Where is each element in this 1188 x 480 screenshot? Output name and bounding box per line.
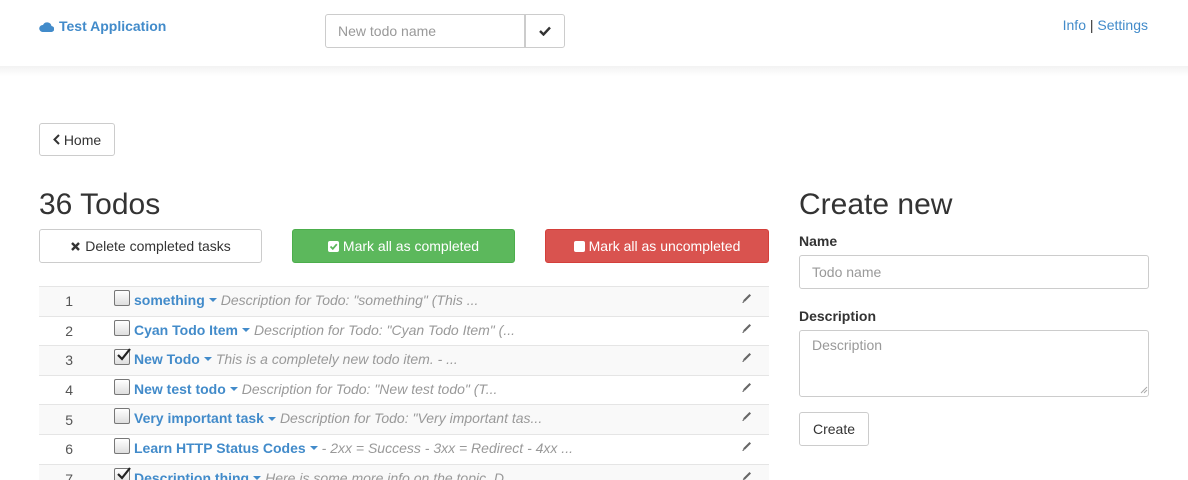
todo-number: 7: [65, 470, 73, 480]
todo-text: Very important task Description for Todo:…: [134, 410, 542, 426]
todo-row: 7 Description thing Here is some more info…: [39, 463, 769, 480]
todo-number: 5: [65, 411, 73, 428]
todo-name-link[interactable]: New Todo: [134, 351, 200, 367]
todo-text: something Description for Todo: "somethin…: [134, 292, 478, 308]
todo-description: - 2xx = Success - 3xx = Redirect - 4xx .…: [321, 439, 573, 456]
todo-name-link[interactable]: Very important task: [134, 410, 264, 426]
create-button[interactable]: Create: [799, 412, 869, 446]
brand-link[interactable]: Test Application: [39, 17, 166, 35]
todo-row: 6 Learn HTTP Status Codes - 2xx = Success …: [39, 433, 769, 464]
todo-row: 2 Cyan Todo Item Description for Todo: "Cy…: [39, 315, 769, 346]
create-button-label: Create: [812, 421, 856, 437]
stop-icon: [573, 240, 585, 252]
todo-number: 6: [65, 441, 73, 458]
todo-name-link[interactable]: New test todo: [134, 381, 226, 397]
name-label: Name: [799, 233, 838, 249]
todo-checkbox[interactable]: [114, 466, 131, 480]
caret-down-icon[interactable]: [309, 446, 318, 451]
pencil-icon[interactable]: [741, 410, 753, 422]
todo-description: Description for Todo: "New test todo" (T…: [241, 380, 498, 397]
create-title: Create new: [799, 188, 953, 221]
todo-name-link[interactable]: Cyan Todo Item: [134, 322, 238, 338]
checkmark-icon: [117, 348, 131, 361]
pencil-icon[interactable]: [741, 381, 753, 393]
todo-row: 3 New Todo This is a completely new todo i…: [39, 345, 769, 375]
todo-checkbox[interactable]: [114, 378, 130, 395]
caret-down-icon[interactable]: [229, 387, 238, 392]
todo-number: 3: [65, 352, 73, 369]
todo-name-link[interactable]: Learn HTTP Status Codes: [134, 440, 306, 456]
home-button-label: Home: [63, 131, 102, 148]
cloud-icon: [39, 21, 54, 32]
new-todo-input[interactable]: [325, 14, 525, 48]
todo-text: Learn HTTP Status Codes - 2xx = Success -…: [134, 440, 573, 456]
todo-name-link[interactable]: something: [134, 292, 205, 308]
remove-icon: [71, 241, 81, 251]
check-icon: [539, 26, 551, 36]
todo-description: Here is some more info on the topic. D..…: [265, 469, 516, 480]
caret-down-icon[interactable]: [253, 475, 262, 480]
todo-description: Description for Todo: "Cyan Todo Item" (…: [253, 321, 515, 338]
resize-handle-icon[interactable]: [1138, 384, 1148, 394]
mark-all-completed-button[interactable]: Mark all as completed: [292, 229, 515, 263]
todo-checkbox[interactable]: [114, 437, 130, 454]
pencil-icon[interactable]: [741, 322, 753, 334]
todo-row: 1 something Description for Todo: "somethi…: [39, 286, 769, 316]
todo-name-input[interactable]: [799, 255, 1149, 289]
pencil-icon[interactable]: [741, 440, 753, 452]
caret-down-icon[interactable]: [203, 357, 212, 362]
mark-all-uncompleted-label: Mark all as uncompleted: [588, 238, 741, 254]
navbar-shadow: [0, 66, 1188, 76]
nav-links: Info | Settings: [1063, 17, 1148, 33]
todo-number: 2: [65, 322, 73, 339]
add-todo-button[interactable]: [525, 14, 565, 48]
todo-checkbox[interactable]: [114, 408, 130, 425]
caret-down-icon[interactable]: [267, 416, 276, 421]
todo-checkbox[interactable]: [114, 319, 130, 336]
todo-number: 1: [65, 293, 73, 310]
mark-all-completed-label: Mark all as completed: [342, 238, 480, 254]
description-textarea[interactable]: [799, 330, 1149, 397]
todo-name-link[interactable]: Description thing: [134, 470, 249, 480]
delete-completed-label: Delete completed tasks: [85, 238, 231, 254]
caret-down-icon[interactable]: [208, 298, 217, 303]
todo-table: 1 something Description for Todo: "somethi…: [39, 286, 769, 480]
description-label: Description: [799, 308, 877, 324]
todo-row: 5 Very important task Description for Todo…: [39, 404, 769, 434]
todo-text: Cyan Todo Item Description for Todo: "Cya…: [134, 322, 515, 338]
todo-text: New test todo Description for Todo: "New …: [134, 381, 497, 397]
todos-title: 36 Todos: [39, 188, 161, 221]
todo-description: Description for Todo: "something" (This …: [220, 292, 479, 308]
caret-down-icon[interactable]: [241, 327, 250, 332]
settings-link[interactable]: Settings: [1097, 17, 1148, 33]
info-link[interactable]: Info: [1063, 17, 1086, 33]
pencil-icon[interactable]: [741, 351, 753, 363]
todo-checkbox[interactable]: [114, 348, 131, 366]
mark-all-uncompleted-button[interactable]: Mark all as uncompleted: [545, 229, 769, 263]
checkmark-icon: [117, 466, 131, 480]
todo-text: Description thing Here is some more info …: [134, 470, 516, 480]
todo-text: New Todo This is a completely new todo it…: [134, 351, 458, 367]
todo-row: 4 New test todo Description for Todo: "New…: [39, 374, 769, 405]
nav-separator: |: [1089, 17, 1094, 33]
pencil-icon[interactable]: [741, 292, 753, 304]
brand-label: Test Application: [59, 18, 167, 34]
chevron-left-icon: [52, 134, 60, 145]
delete-completed-button[interactable]: Delete completed tasks: [39, 229, 262, 263]
todo-number: 4: [65, 382, 73, 399]
pencil-icon[interactable]: [741, 470, 753, 480]
navbar: Test Application Info | Settings: [0, 0, 1188, 70]
todo-description: Description for Todo: "Very important ta…: [279, 410, 543, 427]
todo-checkbox[interactable]: [114, 290, 130, 306]
todo-description: This is a completely new todo item. - ..…: [215, 351, 458, 368]
checkbox-checked-icon: [327, 240, 339, 252]
home-button[interactable]: Home: [39, 123, 115, 156]
